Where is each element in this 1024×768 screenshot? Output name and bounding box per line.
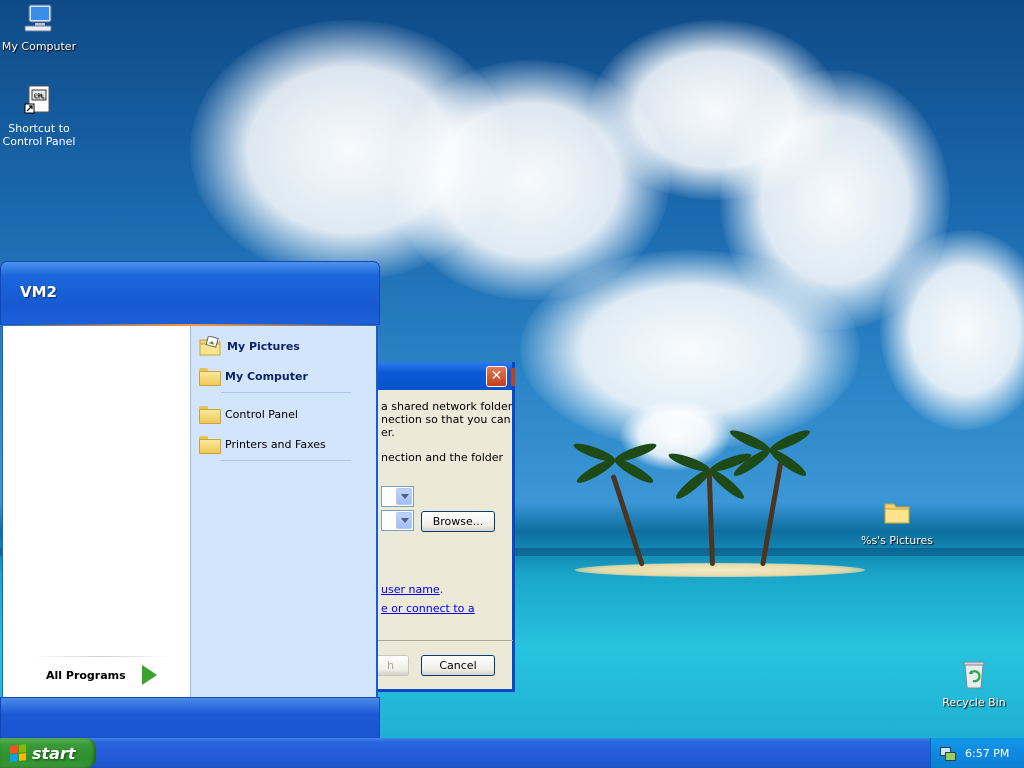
start-menu[interactable]: VM2 All Programs My Pictures My Computer… [0,261,380,739]
menu-item-label: My Pictures [227,339,300,353]
control-panel-shortcut-icon: CPL [24,85,50,114]
start-menu-header: VM2 [0,261,380,325]
start-menu-footer [0,697,380,739]
user-name: VM2 [20,283,57,301]
dialog-titlebar[interactable]: ✕ [363,362,512,390]
menu-item-label: Control Panel [225,407,298,421]
printers-icon [199,436,221,454]
desktop-icon-pictures-folder[interactable]: %s's Pictures [858,496,936,547]
desktop-icon-control-panel-shortcut[interactable]: CPL Shortcut to Control Panel [0,84,78,148]
start-label: start [32,743,76,763]
desktop-icon-label: My Computer [1,40,77,53]
palm-frond [574,455,618,487]
folder-select[interactable] [381,510,414,531]
dialog-link-row: user name. [381,583,443,596]
green-arrow-icon [140,665,157,685]
menu-item-my-computer[interactable]: My Computer [199,364,308,388]
menu-item-label: Printers and Faxes [225,437,326,451]
wallpaper-island [575,563,865,577]
all-programs-button[interactable]: All Programs [46,660,157,690]
browse-button[interactable]: Browse... [421,511,495,532]
menu-item-label: My Computer [225,369,308,383]
link-suffix: . [439,583,444,596]
chevron-down-icon[interactable] [396,488,412,505]
menu-separator [221,460,351,461]
svg-text:CPL: CPL [34,93,45,100]
windows-logo-icon [10,744,26,762]
system-tray: 6:57 PM [930,738,1024,768]
user-name-link[interactable]: user name [381,583,440,596]
dialog-text-line: a shared network folder [381,400,513,413]
start-menu-right-panel: My Pictures My Computer Control Panel Pr… [190,326,378,697]
palm-frond [767,445,809,480]
dialog-description: a shared network folder nection so that … [381,400,513,464]
menu-item-my-pictures[interactable]: My Pictures [199,334,300,358]
close-icon[interactable]: ✕ [486,366,507,387]
my-computer-icon [199,368,221,386]
menu-item-printers-and-faxes[interactable]: Printers and Faxes [199,432,326,456]
start-button[interactable]: start [0,738,96,768]
desktop-icon-label: Shortcut to Control Panel [2,122,76,148]
clock[interactable]: 6:57 PM [965,747,1009,760]
folder-icon [884,503,910,524]
dialog-separator [363,640,513,641]
all-programs-separator [33,656,171,657]
dialog-edge [511,368,515,386]
menu-separator [221,392,351,393]
desktop-icon-label: %s's Pictures [861,534,933,547]
start-menu-left-panel: All Programs [2,326,190,697]
signup-link[interactable]: e or connect to a [381,602,475,615]
taskbar[interactable]: start 6:57 PM [0,738,1024,768]
drive-select[interactable] [381,486,414,507]
all-programs-label: All Programs [46,668,126,682]
my-computer-icon [24,4,52,32]
dialog-text-line: nection so that you can [381,413,511,426]
dialog-text-line: er. [381,426,395,439]
control-panel-icon [199,406,221,424]
cancel-button[interactable]: Cancel [421,655,495,676]
desktop-icon-recycle-bin[interactable]: Recycle Bin [935,658,1013,709]
desktop-icon-my-computer[interactable]: My Computer [0,2,78,53]
map-network-drive-dialog[interactable]: ✕ a shared network folder nection so tha… [360,362,515,692]
my-pictures-icon [199,336,221,356]
dialog-text-line: nection and the folder [381,451,504,464]
desktop-icon-label: Recycle Bin [942,696,1006,709]
chevron-down-icon[interactable] [396,512,412,529]
recycle-bin-icon [963,661,985,689]
menu-item-control-panel[interactable]: Control Panel [199,402,298,426]
network-connection-icon[interactable] [939,746,956,761]
